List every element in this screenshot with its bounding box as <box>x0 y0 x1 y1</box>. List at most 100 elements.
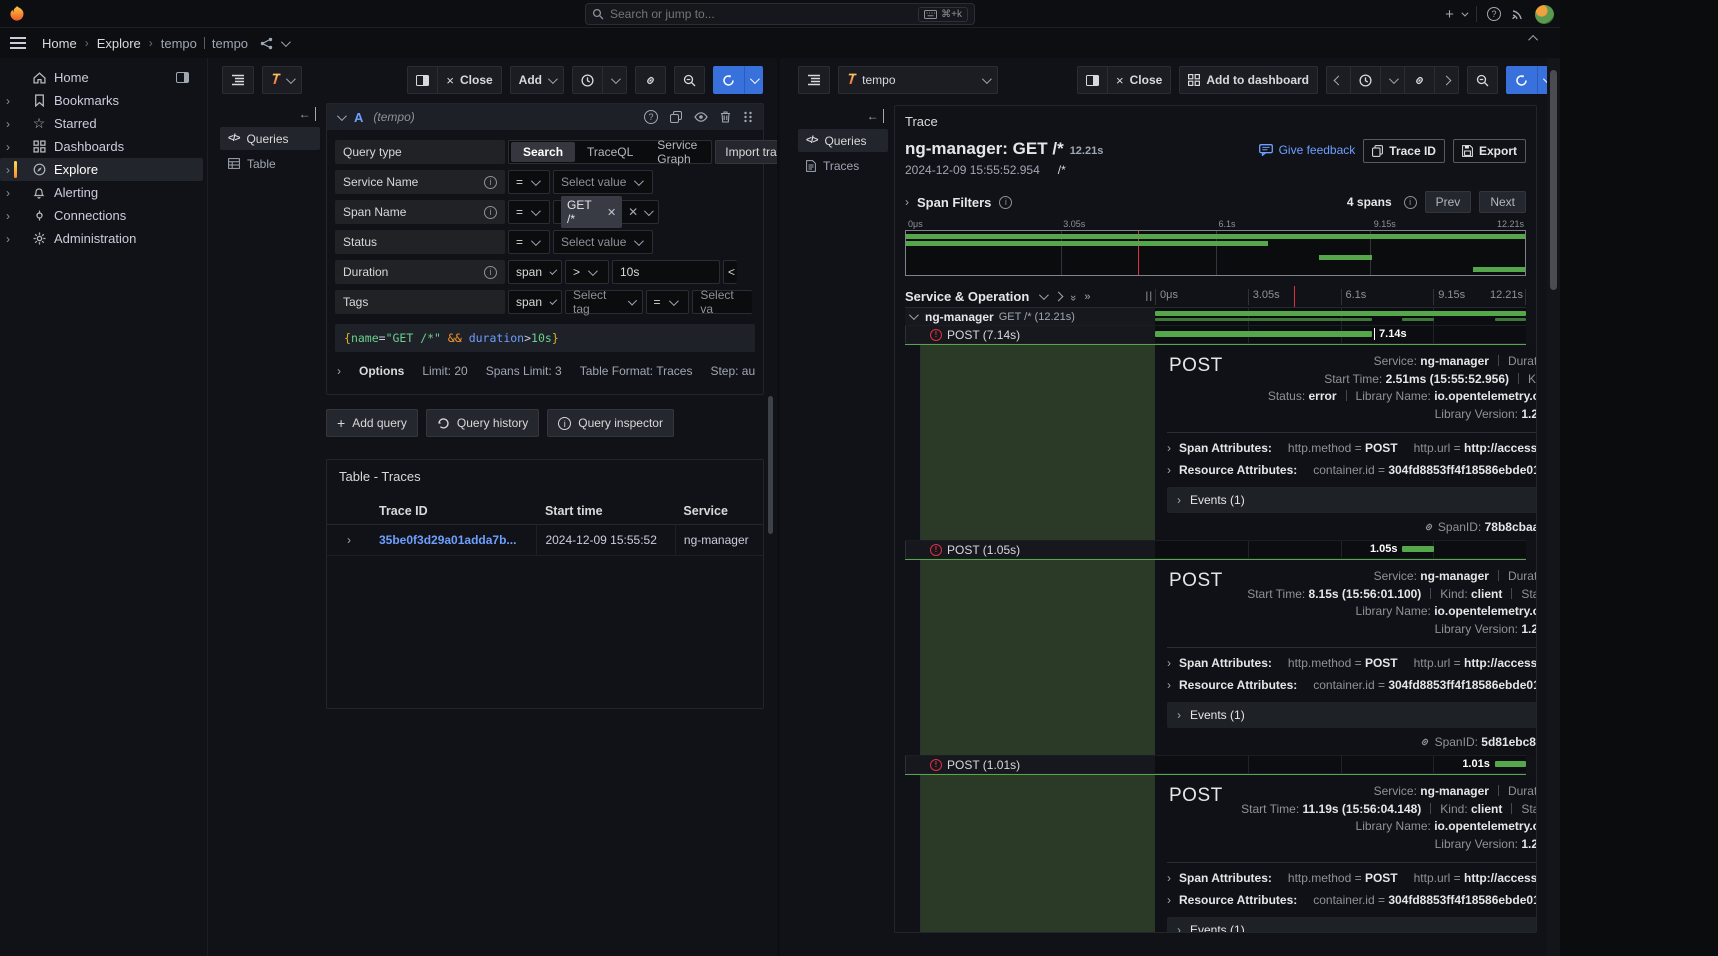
close-pane-button[interactable]: ×Close <box>1108 66 1171 94</box>
span-timeline[interactable]: 1.05s <box>1155 541 1526 558</box>
prev-span-button[interactable]: Prev <box>1425 191 1472 213</box>
breadcrumb-home[interactable]: Home <box>42 36 77 51</box>
col-start-time[interactable]: Start time <box>537 498 675 525</box>
sidebar-item-administration[interactable]: ›Administration <box>0 227 203 250</box>
column-resize-grip[interactable]: || <box>1145 291 1153 302</box>
remove-chip-icon[interactable]: ✕ <box>607 206 616 219</box>
collapse-sidebar-icon[interactable]: ← <box>220 107 326 125</box>
tab-traceql[interactable]: TraceQL <box>575 142 645 162</box>
refresh-button[interactable] <box>1506 66 1537 94</box>
tab-search[interactable]: Search <box>511 142 575 162</box>
span-timeline[interactable]: 1.01s <box>1155 756 1526 773</box>
span-row[interactable]: !POST (7.14s)7.14s <box>905 326 1526 344</box>
collapse-all-icon[interactable] <box>1039 290 1049 300</box>
query-help-icon[interactable]: ? <box>644 110 658 124</box>
attributes-row[interactable]: ›Resource Attributes:container.id = 304f… <box>1167 889 1537 911</box>
status-select[interactable]: Select value <box>553 230 653 254</box>
duration-max-operator[interactable]: < <box>723 260 737 284</box>
events-row[interactable]: ›Events (1) <box>1167 702 1537 728</box>
refresh-button[interactable] <box>713 66 744 94</box>
split-pane-button[interactable] <box>407 66 438 94</box>
breadcrumb-tempo-right[interactable]: tempo <box>212 36 248 51</box>
datasource-picker[interactable]: T <box>262 66 302 94</box>
sidebar-item-connections[interactable]: ›Connections <box>0 204 203 227</box>
chevron-down-icon[interactable] <box>281 40 288 47</box>
row-expander-icon[interactable]: › <box>327 525 371 556</box>
window-scrollbar[interactable] <box>1547 58 1560 956</box>
span-name[interactable]: !POST (7.14s) <box>905 326 1155 343</box>
sidebar-item-queries[interactable]: </>Queries <box>798 129 888 152</box>
split-pane-button[interactable] <box>1077 66 1108 94</box>
attributes-row[interactable]: ›Span Attributes:http.method = POSThttp.… <box>1167 652 1537 674</box>
attributes-row[interactable]: ›Span Attributes:http.method = POSThttp.… <box>1167 867 1537 889</box>
menu-icon[interactable] <box>10 37 26 49</box>
events-row[interactable]: ›Events (1) <box>1167 917 1537 933</box>
drag-handle-icon[interactable] <box>743 111 753 123</box>
time-picker-button[interactable] <box>572 66 603 94</box>
chevron-right-icon[interactable]: › <box>6 140 24 154</box>
sidebar-item-dashboards[interactable]: ›Dashboards <box>0 135 203 158</box>
help-icon[interactable]: ? <box>1487 7 1501 21</box>
close-pane-button[interactable]: ×Close <box>438 66 501 94</box>
query-inspector-button[interactable]: iQuery inspector <box>547 409 674 437</box>
span-detail-gutter[interactable] <box>920 560 1155 755</box>
refresh-interval-caret[interactable] <box>744 66 763 94</box>
sidebar-item-starred[interactable]: ›☆Starred <box>0 112 203 135</box>
outline-button[interactable] <box>222 66 254 94</box>
duplicate-query-icon[interactable] <box>670 111 682 123</box>
query-editor-header[interactable]: A (tempo) ? <box>327 104 763 130</box>
expand-one-icon[interactable] <box>1054 292 1064 302</box>
span-row[interactable]: !POST (1.01s)1.01s <box>905 756 1526 774</box>
time-shift-forward-button[interactable] <box>1435 66 1459 94</box>
clear-select-icon[interactable]: ✕ <box>628 205 638 219</box>
time-picker-caret[interactable] <box>1381 66 1405 94</box>
user-avatar[interactable] <box>1535 5 1554 24</box>
duration-scope[interactable]: span <box>508 260 562 284</box>
table-row[interactable]: ›35be0f3d29a01adda7b...2024-12-09 15:55:… <box>327 525 763 556</box>
collapse-query-icon[interactable] <box>337 111 347 121</box>
attributes-row[interactable]: ›Span Attributes:http.method = POSThttp.… <box>1167 437 1537 459</box>
breadcrumb-explore[interactable]: Explore <box>97 36 141 51</box>
service-name-operator[interactable]: = <box>508 170 550 194</box>
left-pane-scrollbar[interactable] <box>768 396 773 534</box>
time-picker-button[interactable] <box>1351 66 1381 94</box>
delete-query-icon[interactable] <box>720 111 731 123</box>
chevron-right-icon[interactable]: › <box>6 209 24 223</box>
time-picker-caret[interactable] <box>603 66 627 94</box>
span-timeline[interactable] <box>1155 308 1526 325</box>
disable-query-icon[interactable] <box>694 112 708 122</box>
span-detail-gutter[interactable] <box>920 775 1155 933</box>
sidebar-item-alerting[interactable]: ›Alerting <box>0 181 203 204</box>
status-operator[interactable]: = <box>508 230 550 254</box>
chevron-right-icon[interactable]: › <box>6 163 24 177</box>
scrollbar-thumb[interactable] <box>1550 70 1557 290</box>
tags-select-value[interactable]: Select va <box>692 290 752 314</box>
span-name-chip[interactable]: GET /*✕ <box>561 196 622 228</box>
expand-double-icon[interactable]: » <box>1084 291 1088 303</box>
link-icon[interactable] <box>1423 521 1435 533</box>
add-query-button[interactable]: +Add query <box>326 409 418 437</box>
span-name-root[interactable]: ng-managerGET /* (12.21s) <box>905 308 1155 325</box>
link-icon[interactable] <box>1419 736 1431 748</box>
give-feedback-link[interactable]: Give feedback <box>1259 143 1356 157</box>
chevron-down-icon[interactable] <box>909 310 919 320</box>
global-search[interactable]: ⌘+k <box>585 3 975 25</box>
tags-operator[interactable]: = <box>646 290 690 314</box>
chevron-right-icon[interactable]: › <box>6 94 24 108</box>
link-button[interactable] <box>635 66 666 94</box>
new-button[interactable]: + <box>1445 6 1466 23</box>
search-input[interactable] <box>610 7 918 21</box>
col-service[interactable]: Service <box>675 498 763 525</box>
span-row[interactable]: !POST (1.05s)1.05s <box>905 541 1526 559</box>
sidebar-item-queries[interactable]: </>Queries <box>220 127 320 150</box>
tags-select-tag[interactable]: Select tag <box>565 290 643 314</box>
time-shift-back-button[interactable] <box>1326 66 1351 94</box>
col-trace-id[interactable]: Trace ID <box>371 498 537 525</box>
collapse-sidebar-icon[interactable]: ← <box>798 109 894 127</box>
add-to-dashboard-button[interactable]: Add to dashboard <box>1179 66 1318 94</box>
chevron-right-icon[interactable]: › <box>6 186 24 200</box>
sidebar-item-home[interactable]: Home <box>0 66 203 89</box>
span-name-select[interactable]: GET /*✕ ✕ <box>553 200 659 224</box>
chevron-up-icon[interactable] <box>1531 35 1538 42</box>
collapse-double-icon[interactable]: » <box>1067 294 1079 298</box>
